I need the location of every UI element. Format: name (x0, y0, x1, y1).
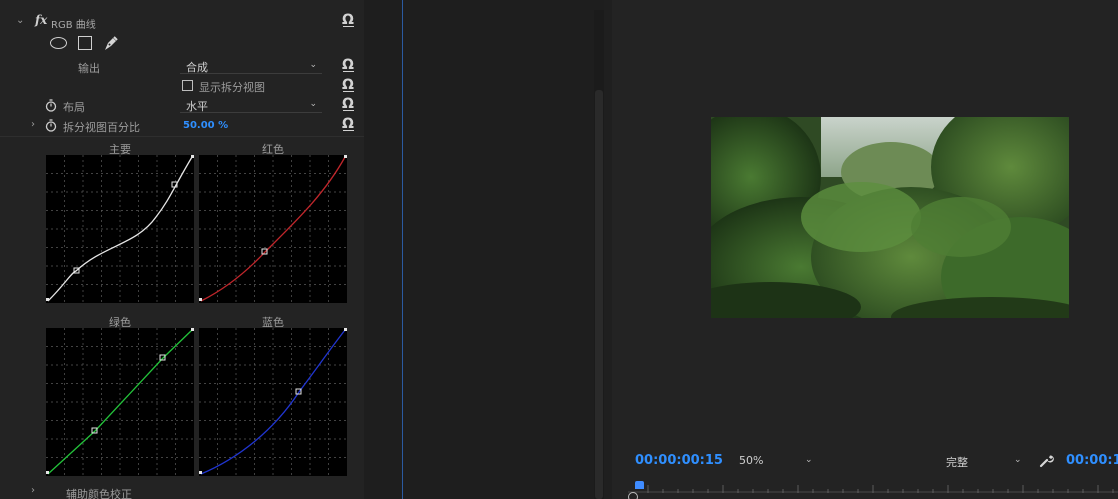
video-preview (711, 117, 1069, 318)
wrench-icon[interactable] (1039, 453, 1054, 468)
playhead-marker[interactable] (635, 481, 644, 489)
fx-badge[interactable]: fx (35, 13, 47, 27)
reset-split-percent-icon[interactable]: Ω (342, 116, 354, 132)
secondary-color-correction-row[interactable]: › 辅助颜色校正 (0, 485, 364, 499)
twirl-closed-icon[interactable]: › (31, 485, 35, 496)
chevron-down-icon: ⌄ (309, 99, 317, 109)
current-timecode[interactable]: 00:00:00:15 (635, 453, 723, 468)
rectangle-mask-icon[interactable] (78, 36, 92, 50)
blue-curve-graph[interactable] (199, 328, 347, 476)
layout-label: 布局 (63, 101, 85, 114)
mask-tools (50, 33, 130, 53)
curve-endpoint (191, 155, 194, 158)
red-curve-graph[interactable] (199, 155, 347, 303)
stopwatch-icon[interactable] (45, 99, 57, 112)
time-ruler[interactable] (628, 484, 1118, 499)
pen-mask-icon[interactable] (102, 34, 120, 52)
layout-dropdown[interactable]: 水平 ⌄ (180, 97, 322, 113)
layout-value: 水平 (186, 100, 208, 113)
scrollbar-thumb[interactable] (595, 90, 603, 499)
master-curve-graph[interactable] (46, 155, 194, 303)
reset-layout-icon[interactable]: Ω (342, 96, 354, 112)
split-view-label[interactable]: 显示拆分视图 (199, 79, 265, 95)
secondary-color-correction-label: 辅助颜色校正 (66, 488, 132, 499)
ellipse-mask-icon[interactable] (50, 37, 67, 49)
end-timecode: 00:00:18 (1066, 453, 1118, 468)
chevron-down-icon: ⌄ (309, 60, 317, 70)
split-percent-value[interactable]: 50.00 % (183, 120, 228, 131)
rgb-curves-header[interactable]: ⌄ fx RGB 曲线 Ω (0, 12, 364, 32)
split-view-checkbox[interactable] (182, 80, 193, 91)
curve-endpoint (191, 328, 194, 331)
zoom-value: 50% (739, 454, 764, 467)
output-value: 合成 (186, 61, 208, 74)
twirl-closed-icon[interactable]: › (31, 119, 35, 130)
output-label: 输出 (78, 62, 100, 75)
green-curve-graph[interactable] (46, 328, 194, 476)
chevron-down-icon: ⌄ (1014, 455, 1022, 465)
effect-title: RGB 曲线 (51, 20, 96, 31)
quality-dropdown[interactable]: 完整 ⌄ (942, 453, 1030, 469)
stopwatch-icon[interactable] (45, 119, 57, 132)
split-percent-row: › 拆分视图百分比 50.00 % Ω (0, 116, 364, 136)
panel-focus-line (402, 0, 403, 499)
timeline-gap-panel (364, 0, 604, 499)
curve-endpoint (46, 298, 49, 301)
curve-endpoint (46, 471, 49, 474)
quality-value: 完整 (946, 456, 968, 469)
curve-endpoint (199, 298, 202, 301)
playhead-handle[interactable] (628, 492, 638, 499)
reset-output-icon[interactable]: Ω (342, 57, 354, 73)
reset-split-view-icon[interactable]: Ω (342, 77, 354, 93)
divider (0, 136, 364, 137)
split-view-row: 显示拆分视图 Ω (0, 77, 364, 97)
curve-endpoint (344, 155, 347, 158)
output-dropdown[interactable]: 合成 ⌄ (180, 58, 322, 74)
reset-effect-icon[interactable]: Ω (342, 12, 354, 28)
layout-row: 布局 水平 ⌄ Ω (0, 96, 364, 116)
split-percent-label: 拆分视图百分比 (63, 121, 140, 134)
twirl-open-icon[interactable]: ⌄ (16, 15, 24, 26)
curve-endpoint (199, 471, 202, 474)
zoom-dropdown[interactable]: 50% ⌄ (735, 453, 819, 469)
effect-controls-panel: ⌄ fx RGB 曲线 Ω 输出 合成 ⌄ Ω 显示拆分视图 Ω 布局 水平 ⌄… (0, 0, 364, 499)
chevron-down-icon: ⌄ (805, 455, 813, 465)
curve-endpoint (344, 328, 347, 331)
output-row: 输出 合成 ⌄ Ω (0, 57, 364, 77)
